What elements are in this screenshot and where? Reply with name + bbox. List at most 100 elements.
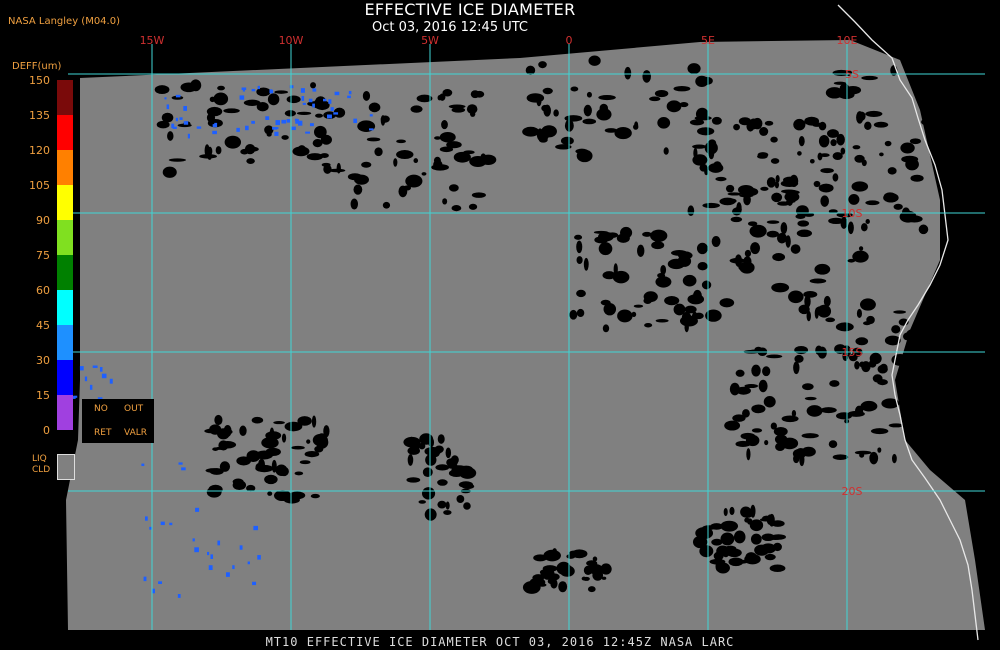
clear-patch [851, 181, 869, 192]
clear-patch [362, 90, 371, 101]
clear-patch [869, 451, 879, 465]
clear-patch [901, 155, 919, 163]
ice-speck [274, 131, 279, 136]
clear-patch [887, 167, 897, 175]
ice-speck [242, 88, 246, 92]
clear-patch [213, 92, 229, 106]
clear-patch [809, 278, 827, 284]
clear-patch [772, 253, 786, 262]
clear-patch [374, 147, 383, 157]
clear-patch [839, 83, 850, 93]
clear-patch [793, 454, 800, 464]
ice-speck [300, 88, 305, 93]
clear-patch [644, 322, 653, 328]
clear-patch [214, 414, 223, 426]
clear-patch [801, 446, 816, 457]
clear-patch [310, 82, 317, 89]
ice-speck [369, 128, 374, 131]
clear-patch [220, 443, 231, 449]
clear-patch [463, 502, 471, 510]
clear-patch [715, 176, 727, 182]
clear-patch [667, 258, 685, 270]
clear-patch [297, 145, 307, 156]
clear-patch [900, 142, 915, 154]
clear-patch [739, 193, 754, 198]
clear-patch [836, 412, 853, 420]
clear-patch [775, 174, 780, 183]
clear-patch [798, 135, 805, 147]
ice-speck [92, 365, 98, 368]
clear-patch [552, 548, 557, 554]
clear-patch [553, 109, 559, 117]
latitude-label: 20S [842, 485, 863, 498]
clear-patch [461, 483, 475, 490]
ice-speck [247, 561, 250, 565]
ice-speck [179, 117, 183, 120]
ice-speck [164, 97, 167, 100]
clear-patch [764, 439, 769, 446]
clear-patch [764, 120, 774, 126]
clear-patch [574, 234, 583, 240]
clear-patch [860, 400, 878, 412]
clear-patch [766, 354, 783, 359]
ice-speck [166, 104, 170, 110]
clear-patch [771, 192, 783, 203]
ice-speck [281, 119, 287, 124]
ice-speck [183, 105, 187, 111]
ice-speck [194, 547, 199, 553]
ice-speck [289, 85, 294, 89]
clear-patch [830, 139, 837, 147]
ice-speck [196, 126, 202, 129]
clear-patch [919, 77, 935, 91]
clear-patch [679, 315, 698, 327]
clear-patch [657, 117, 671, 129]
scale-swatch [57, 325, 73, 360]
clear-patch [773, 426, 788, 437]
clear-patch [215, 146, 222, 155]
ice-speck [312, 103, 315, 108]
clear-patch [762, 366, 771, 377]
ice-speck [152, 588, 155, 594]
scale-swatch [57, 150, 73, 185]
clear-patch [804, 396, 817, 401]
longitude-label: 5E [701, 34, 715, 47]
longitude-label: 15W [140, 34, 165, 47]
clear-patch [692, 154, 708, 166]
clear-patch [729, 506, 735, 516]
ice-speck [347, 95, 351, 99]
clear-patch [441, 119, 448, 130]
clear-patch [468, 203, 478, 210]
clear-patch [583, 104, 592, 117]
liq-label-1: LIQ [32, 454, 47, 464]
clear-patch [856, 111, 864, 124]
ice-speck [236, 127, 240, 132]
clear-patch [466, 104, 478, 114]
ice-speck [160, 521, 165, 526]
clear-patch [598, 94, 616, 101]
clear-patch [217, 428, 230, 440]
clear-patch [240, 148, 249, 155]
clear-patch [793, 361, 800, 375]
ice-speck [312, 88, 317, 92]
ice-speck [144, 516, 148, 521]
clear-patch [439, 146, 454, 153]
clear-patch [206, 486, 222, 498]
clear-patch [780, 180, 799, 188]
clear-patch [687, 205, 695, 217]
clear-patch [702, 202, 720, 209]
clear-patch [798, 304, 810, 315]
ice-speck [101, 373, 107, 379]
ice-speck [253, 525, 259, 531]
clear-patch [865, 110, 883, 117]
clear-patch [734, 206, 742, 213]
clear-patch [750, 242, 761, 255]
clear-patch [739, 441, 756, 446]
clear-patch [448, 184, 459, 192]
ice-speck [302, 102, 306, 105]
clear-patch [289, 491, 306, 500]
ice-speck [275, 120, 280, 126]
clear-patch [651, 241, 665, 250]
clear-patch [206, 106, 223, 117]
ice-speck [177, 594, 181, 598]
out-valr-label-1: OUT [124, 404, 144, 414]
